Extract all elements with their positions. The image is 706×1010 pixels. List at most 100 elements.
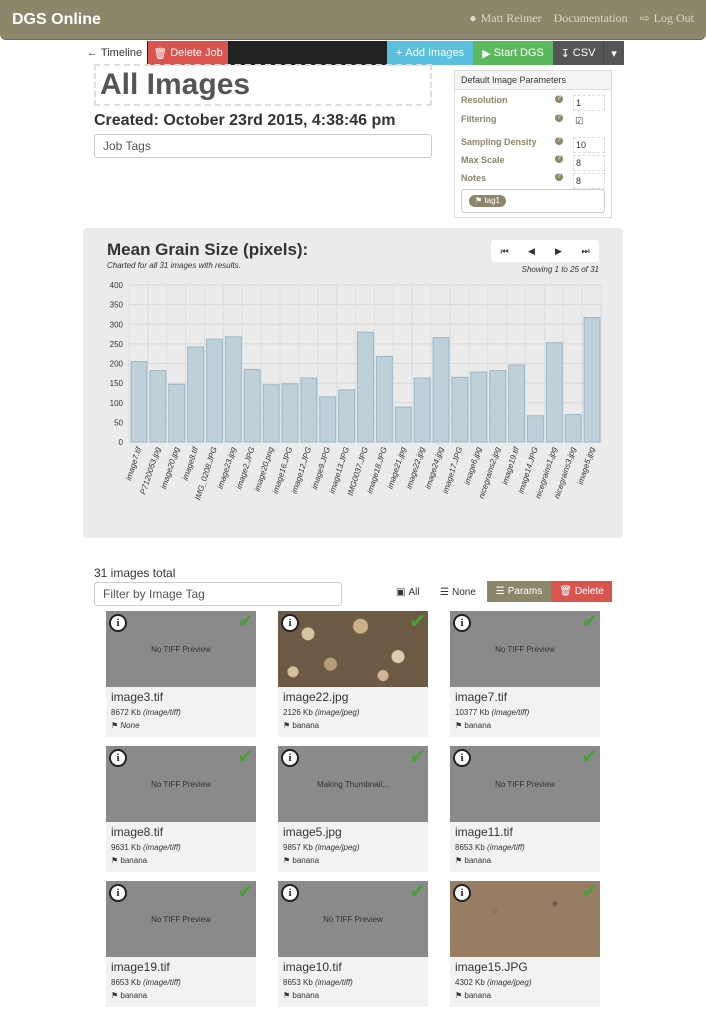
user-menu[interactable]: ● Matt Reimer [469, 11, 541, 26]
image-card[interactable]: Making Thumbnail... i ✔ image5.jpg 9857 Kb (… [278, 746, 428, 872]
checkmark-icon[interactable]: ✔ [237, 609, 254, 634]
resolution-field[interactable]: 1 [573, 95, 605, 111]
info-icon[interactable]: i [109, 614, 127, 632]
bar-image9.JPG[interactable] [319, 396, 337, 443]
delete-images-button[interactable]: 🗑 Delete [551, 581, 612, 602]
checkmark-icon[interactable]: ✔ [409, 879, 426, 904]
help-icon[interactable]: ? [555, 173, 563, 181]
select-none-button[interactable]: ☰ None [440, 582, 476, 602]
bar-image21.jpg[interactable] [394, 406, 412, 443]
image-card[interactable]: No TIFF Preview i ✔ image8.tif 9631 Kb (imag… [106, 746, 256, 872]
bar-IMG0037.JPG[interactable] [357, 331, 374, 443]
bar-image6.jpg[interactable] [470, 371, 488, 443]
info-icon[interactable]: i [281, 884, 299, 902]
timeline-button[interactable]: ← Timeline [82, 41, 147, 65]
checkmark-icon[interactable]: ✔ [581, 879, 598, 904]
image-name: image3.tif [111, 690, 164, 704]
bar-image13.JPG[interactable] [338, 389, 356, 443]
bar-image2.JPG[interactable] [243, 368, 261, 443]
bar-image19.tif[interactable] [508, 364, 525, 443]
bar-image23.jpg[interactable] [224, 336, 242, 443]
image-thumbnail[interactable]: Making Thumbnail... [278, 746, 428, 822]
image-thumbnail[interactable] [450, 881, 600, 957]
checkmark-icon[interactable]: ✔ [581, 744, 598, 769]
params-button[interactable]: ☰ Params [487, 581, 551, 602]
info-icon[interactable]: i [453, 614, 471, 632]
add-images-button[interactable]: + Add Images [387, 41, 473, 65]
chart-title: Mean Grain Size (pixels): [107, 240, 309, 259]
first-page-icon[interactable]: ⏮ [491, 240, 518, 262]
image-card[interactable]: i ✔ image22.jpg 2126 Kb (image/jpeg) ⚑ banan… [278, 611, 428, 737]
checkmark-icon[interactable]: ✔ [581, 609, 598, 634]
image-card[interactable]: i ✔ image15.JPG 4302 Kb (image/jpeg) ⚑ banan… [450, 881, 600, 1007]
filtering-checkbox[interactable]: ☑ [573, 114, 605, 130]
prev-page-icon[interactable]: ◀ [518, 240, 545, 262]
image-thumbnail[interactable]: No TIFF Preview [278, 881, 428, 957]
bar-image17.JPG[interactable] [451, 376, 469, 443]
max-scale-field[interactable]: 8 [573, 155, 605, 171]
info-icon[interactable]: i [281, 614, 299, 632]
bar-image12.JPG[interactable] [300, 377, 318, 443]
image-card[interactable]: No TIFF Preview i ✔ image3.tif 8672 Kb (imag… [106, 611, 256, 737]
help-icon[interactable]: ? [555, 155, 563, 163]
job-title-editable[interactable]: All Images [94, 64, 432, 106]
bar-image5.jpg[interactable] [583, 317, 601, 443]
checkmark-icon[interactable]: ✔ [237, 879, 254, 904]
start-dgs-button[interactable]: ▶ Start DGS [473, 41, 553, 65]
brand-logo[interactable]: DGS Online [12, 11, 101, 29]
last-page-icon[interactable]: ⏭ [572, 240, 599, 262]
help-icon[interactable]: ? [555, 137, 563, 145]
default-tags-input[interactable]: ⚑ tag1 [461, 189, 605, 213]
info-icon[interactable]: i [109, 884, 127, 902]
info-icon[interactable]: i [453, 884, 471, 902]
image-thumbnail[interactable]: No TIFF Preview [106, 611, 256, 687]
info-icon[interactable]: i [453, 749, 471, 767]
bar-image24.jpg[interactable] [432, 337, 450, 443]
nav-links: ● Matt Reimer Documentation ⇨ Log Out [469, 11, 694, 26]
bar-nicegrains2.jpg[interactable] [489, 370, 507, 443]
image-card[interactable]: No TIFF Preview i ✔ image19.tif 8653 Kb (ima… [106, 881, 256, 1007]
bar-image20.png[interactable] [262, 384, 280, 443]
bar-image18.JPG[interactable] [375, 355, 393, 443]
bar-IMG_0208.JPG[interactable] [206, 338, 223, 443]
image-thumbnail[interactable]: No TIFF Preview [450, 746, 600, 822]
image-thumbnail[interactable] [278, 611, 428, 687]
job-tags-input[interactable]: Job Tags [94, 134, 432, 158]
image-thumbnail[interactable]: No TIFF Preview [106, 881, 256, 957]
checkmark-icon[interactable]: ✔ [237, 744, 254, 769]
tag-pill[interactable]: ⚑ tag1 [469, 195, 506, 207]
image-thumbnail[interactable]: No TIFF Preview [106, 746, 256, 822]
next-page-icon[interactable]: ▶ [545, 240, 572, 262]
bar-image14.JPG[interactable] [526, 415, 544, 443]
bar-image20.jpg[interactable] [168, 383, 186, 443]
info-icon[interactable]: i [109, 749, 127, 767]
image-card[interactable]: No TIFF Preview i ✔ image11.tif 8653 Kb (ima… [450, 746, 600, 872]
image-tag: ⚑ banana [455, 856, 491, 865]
bar-nicegrains3.jpg[interactable] [564, 414, 582, 443]
image-card[interactable]: No TIFF Preview i ✔ image10.tif 8653 Kb (ima… [278, 881, 428, 1007]
bar-image16.JPG[interactable] [281, 383, 299, 443]
sampling-density-field[interactable]: 10 [573, 137, 605, 153]
csv-dropdown-toggle[interactable]: ▾ [603, 41, 624, 65]
image-tag: ⚑ banana [283, 721, 319, 730]
image-tag-filter-input[interactable]: Filter by Image Tag [94, 582, 342, 606]
bar-image8.tif[interactable] [187, 346, 205, 443]
select-all-button[interactable]: ▣ All [396, 582, 420, 602]
bar-P7120053.jpg[interactable] [149, 370, 167, 443]
image-tag: ⚑ banana [455, 721, 491, 730]
info-icon[interactable]: i [281, 749, 299, 767]
logout-link[interactable]: ⇨ Log Out [640, 11, 694, 26]
bar-image22.jpg[interactable] [413, 377, 431, 443]
bar-nicegrains1.jpg[interactable] [545, 342, 563, 443]
notes-field[interactable]: 8 [573, 173, 605, 189]
documentation-link[interactable]: Documentation [554, 11, 628, 26]
bar-image7.tif[interactable] [130, 361, 148, 443]
help-icon[interactable]: ? [555, 95, 563, 103]
checkmark-icon[interactable]: ✔ [409, 609, 426, 634]
image-card[interactable]: No TIFF Preview i ✔ image7.tif 10377 Kb (ima… [450, 611, 600, 737]
delete-job-button[interactable]: 🗑 Delete Job [148, 41, 228, 65]
checkmark-icon[interactable]: ✔ [409, 744, 426, 769]
csv-button[interactable]: ↧ CSV [553, 41, 603, 65]
help-icon[interactable]: ? [555, 114, 563, 122]
image-thumbnail[interactable]: No TIFF Preview [450, 611, 600, 687]
